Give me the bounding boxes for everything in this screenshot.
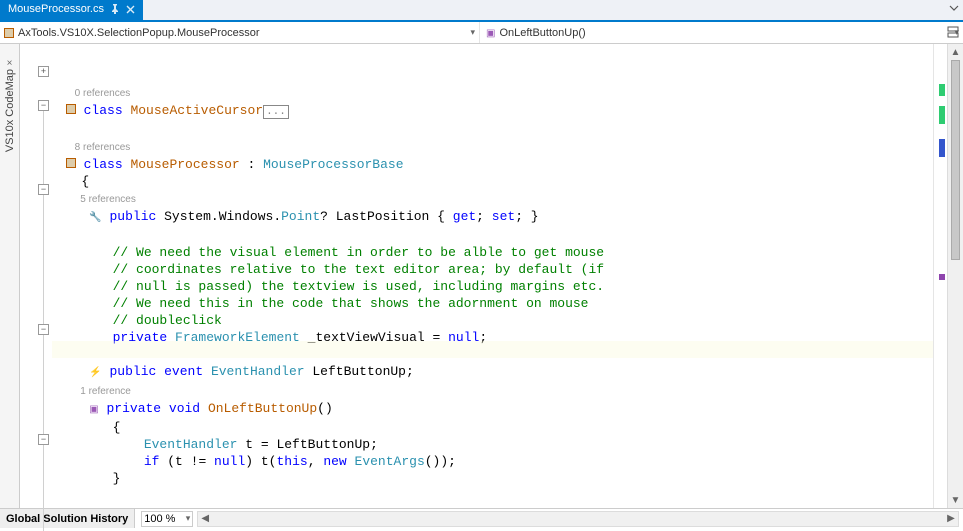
- codelens[interactable]: 0 references: [58, 88, 130, 99]
- scroll-right-icon[interactable]: ▶: [944, 513, 958, 524]
- fold-toggle[interactable]: +: [38, 66, 49, 77]
- fold-toggle[interactable]: −: [38, 100, 49, 111]
- fold-line: [43, 111, 44, 531]
- wrench-icon: [89, 209, 101, 224]
- global-solution-history-tab[interactable]: Global Solution History: [0, 509, 135, 528]
- tab-dropdown-icon[interactable]: [949, 3, 959, 13]
- scroll-left-icon[interactable]: ◀: [198, 513, 212, 524]
- event-icon: [89, 364, 101, 379]
- pin-icon[interactable]: [110, 4, 120, 14]
- collapsed-indicator[interactable]: ...: [263, 105, 289, 119]
- navigation-bar: AxTools.VS10X.SelectionPopup.MouseProces…: [0, 22, 963, 44]
- chevron-down-icon: ▾: [186, 513, 191, 524]
- fold-toggle[interactable]: −: [38, 184, 49, 195]
- chevron-down-icon: ▾: [466, 27, 479, 38]
- change-marker: [939, 84, 945, 96]
- vertical-scrollbar[interactable]: ▲ ▼: [947, 44, 963, 508]
- nav-type-dropdown[interactable]: AxTools.VS10X.SelectionPopup.MouseProces…: [0, 22, 480, 43]
- overview-ruler[interactable]: [933, 44, 947, 508]
- zoom-combo[interactable]: 100 % ▾: [141, 511, 193, 527]
- scroll-down-icon[interactable]: ▼: [948, 492, 963, 508]
- scroll-up-icon[interactable]: ▲: [948, 44, 963, 60]
- tab-title: MouseProcessor.cs: [8, 3, 104, 15]
- codemap-sidetab[interactable]: × VS10x CodeMap: [0, 44, 20, 508]
- class-icon: [4, 28, 14, 38]
- document-tab[interactable]: MouseProcessor.cs: [0, 0, 143, 20]
- horizontal-scrollbar[interactable]: ◀ ▶: [197, 511, 959, 527]
- nav-member-dropdown[interactable]: OnLeftButtonUp() ▾: [480, 22, 963, 43]
- current-line-highlight: [52, 341, 933, 358]
- zoom-value: 100 %: [144, 513, 175, 525]
- marker: [939, 139, 945, 157]
- document-tab-well: MouseProcessor.cs: [0, 0, 963, 22]
- fold-toggle[interactable]: −: [38, 324, 49, 335]
- nav-type-text: AxTools.VS10X.SelectionPopup.MouseProces…: [18, 27, 260, 39]
- editor-bottom-bar: Global Solution History 100 % ▾ ◀ ▶: [0, 508, 963, 528]
- split-editor-icon[interactable]: [945, 24, 961, 40]
- method-icon: [486, 27, 495, 39]
- class-icon: [66, 158, 76, 168]
- method-icon: [89, 401, 98, 416]
- codelens[interactable]: 1 reference: [58, 386, 131, 397]
- fold-toggle[interactable]: −: [38, 434, 49, 445]
- scrollbar-thumb[interactable]: [951, 60, 960, 260]
- change-marker: [939, 106, 945, 124]
- editor-main: × VS10x CodeMap + − − − − 0 references c…: [0, 44, 963, 508]
- marker: [939, 274, 945, 280]
- close-icon[interactable]: ×: [7, 58, 13, 69]
- codelens[interactable]: 8 references: [58, 142, 130, 153]
- class-icon: [66, 104, 76, 114]
- outline-gutter: + − − − −: [20, 44, 52, 508]
- close-tab-icon[interactable]: [126, 5, 135, 14]
- nav-member-text: OnLeftButtonUp(): [499, 27, 585, 39]
- gsh-label: Global Solution History: [6, 513, 128, 525]
- code-editor[interactable]: 0 references class MouseActiveCursor... …: [52, 44, 933, 508]
- codemap-label: VS10x CodeMap: [4, 69, 16, 152]
- codelens[interactable]: 5 references: [58, 194, 136, 205]
